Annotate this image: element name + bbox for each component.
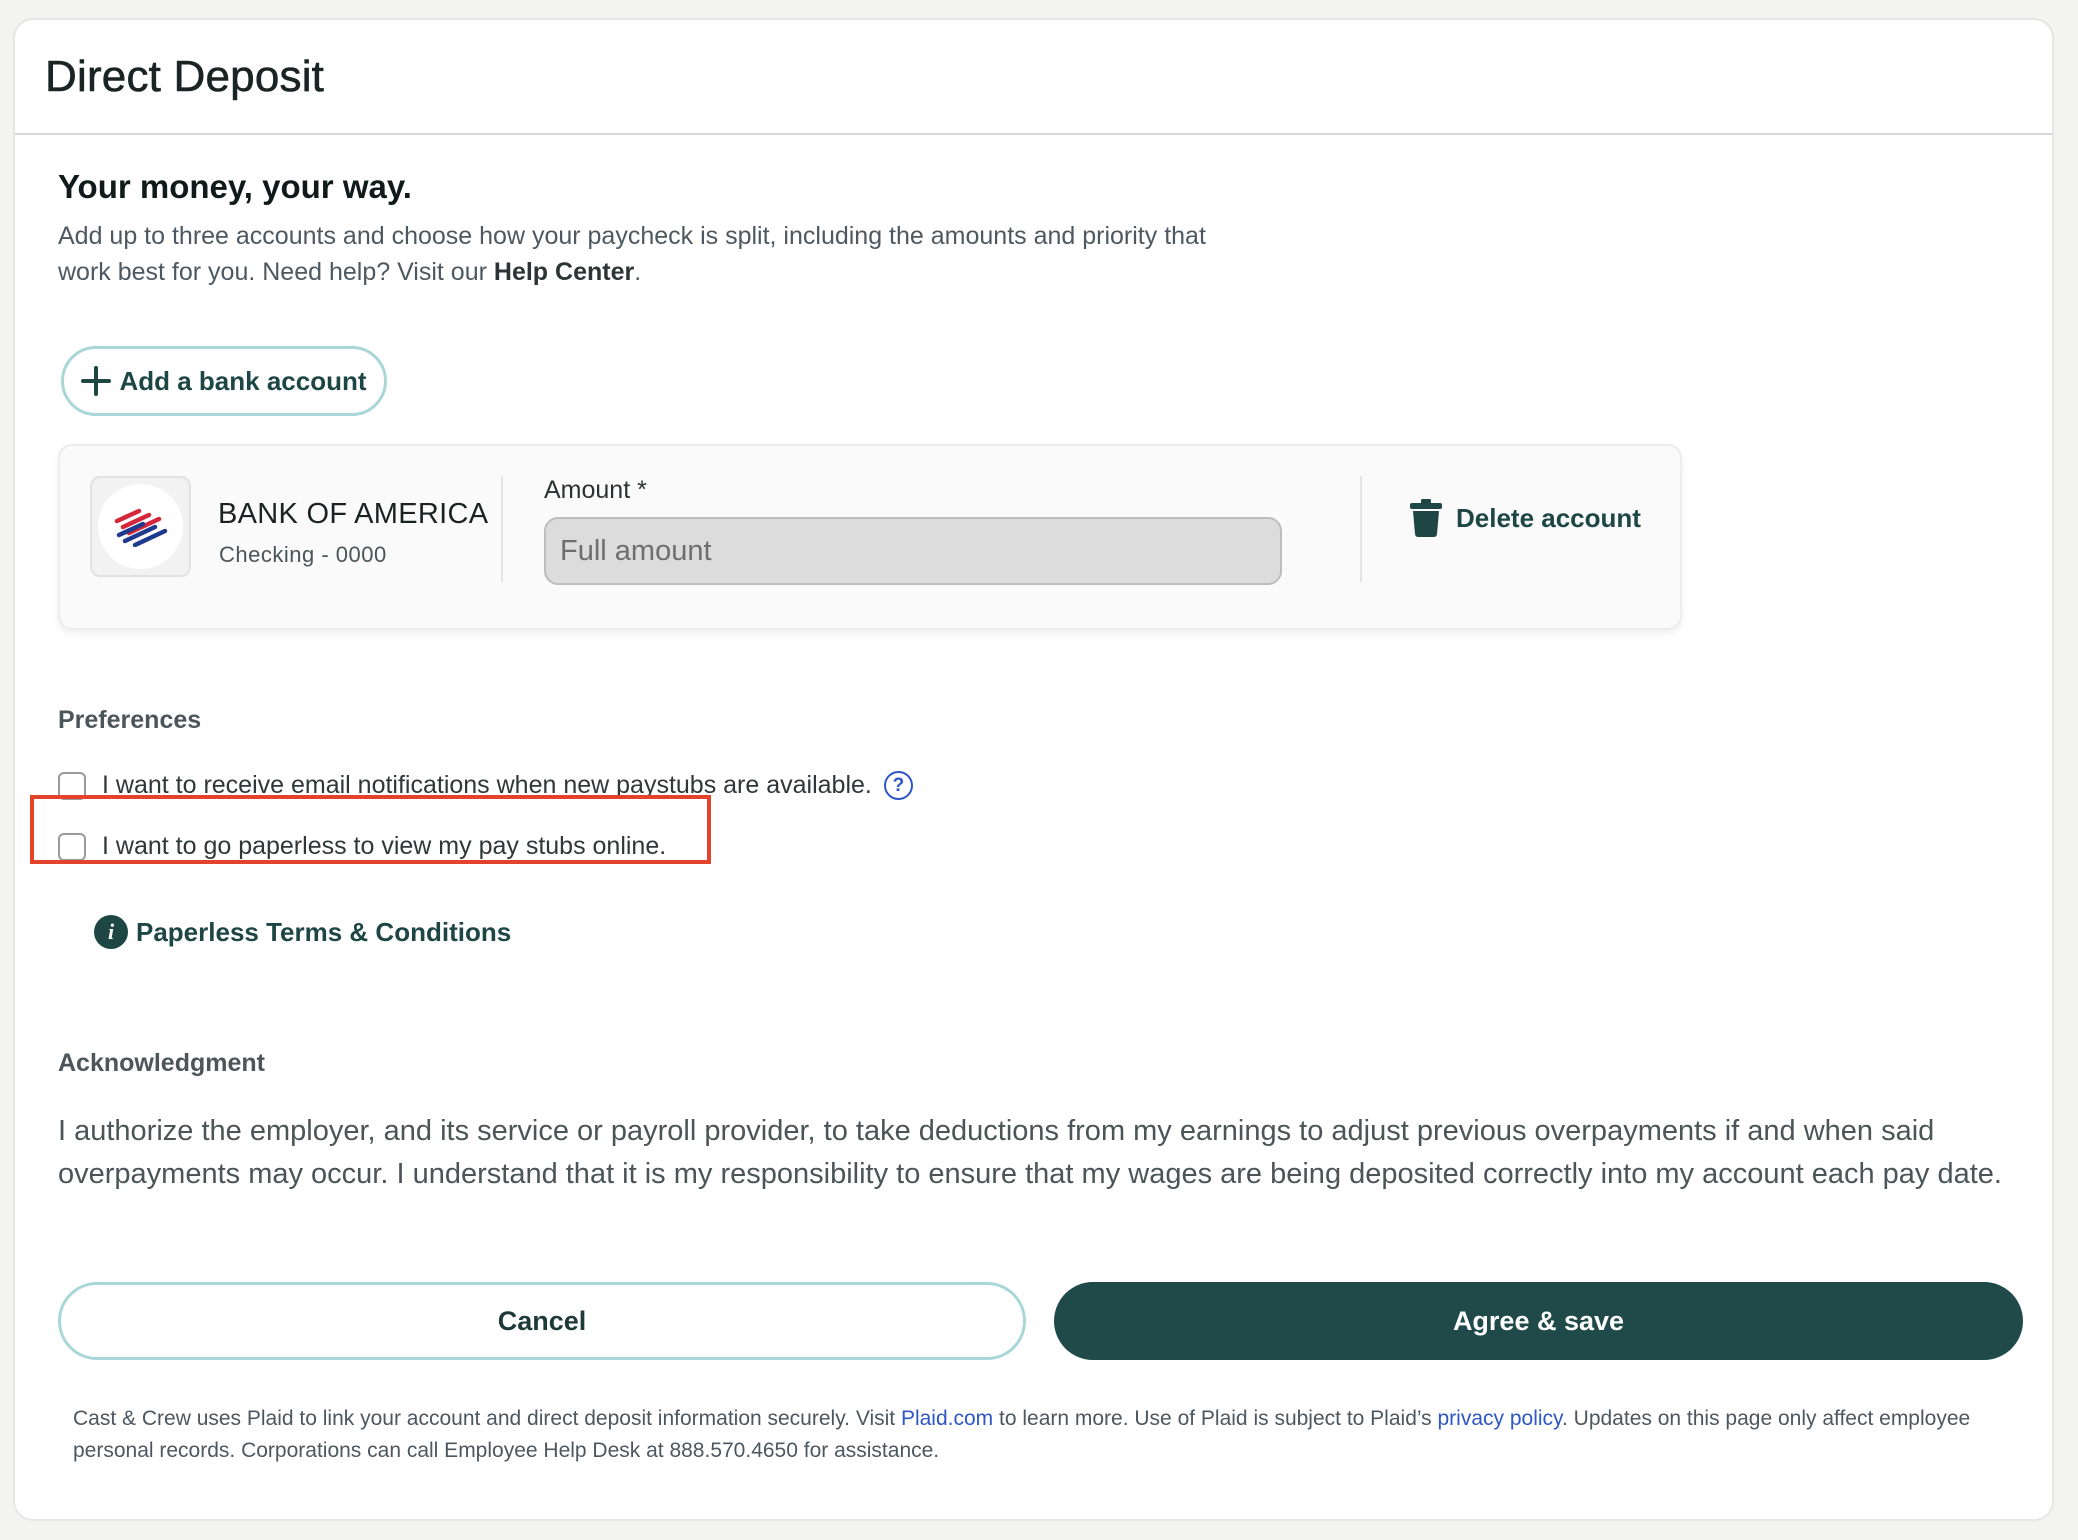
add-bank-account-button[interactable]: Add a bank account xyxy=(61,346,387,416)
plaid-link[interactable]: Plaid.com xyxy=(901,1407,993,1430)
highlight-box xyxy=(30,795,711,864)
footer-disclaimer: Cast & Crew uses Plaid to link your acco… xyxy=(73,1403,2033,1467)
account-type: Checking - 0000 xyxy=(219,542,387,567)
divider xyxy=(1360,476,1362,582)
divider xyxy=(501,476,503,582)
amount-label: Amount * xyxy=(544,476,647,504)
bank-of-america-logo xyxy=(90,476,191,577)
intro-text: Add up to three accounts and choose how … xyxy=(58,218,1258,290)
privacy-policy-link[interactable]: privacy policy xyxy=(1438,1407,1562,1430)
page-header: Direct Deposit xyxy=(15,20,2052,135)
acknowledgment-heading: Acknowledgment xyxy=(58,1049,265,1077)
info-icon: i xyxy=(94,915,128,949)
paperless-terms-link[interactable]: i Paperless Terms & Conditions xyxy=(94,915,511,949)
bank-logo-disc xyxy=(98,484,183,569)
agree-save-button[interactable]: Agree & save xyxy=(1054,1282,2023,1360)
bank-flag-icon xyxy=(114,508,167,547)
add-bank-account-label: Add a bank account xyxy=(119,365,367,396)
page-title: Direct Deposit xyxy=(45,51,325,101)
footer-text-2: to learn more. Use of Plaid is subject t… xyxy=(999,1407,1432,1430)
cancel-button[interactable]: Cancel xyxy=(58,1282,1026,1360)
acknowledgment-text: I authorize the employer, and its servic… xyxy=(58,1115,2002,1190)
help-icon[interactable]: ? xyxy=(883,771,913,800)
bank-name: BANK OF AMERICA xyxy=(218,498,489,530)
direct-deposit-card: Direct Deposit Your money, your way. Add… xyxy=(13,18,2054,1521)
intro-headline: Your money, your way. xyxy=(58,168,412,205)
amount-input[interactable] xyxy=(544,517,1282,585)
bank-account-card: BANK OF AMERICA Checking - 0000 Amount *… xyxy=(58,444,1682,630)
footer-text-1: Cast & Crew uses Plaid to link your acco… xyxy=(73,1407,896,1430)
delete-account-button[interactable]: Delete account xyxy=(1410,488,1641,548)
help-center-link[interactable]: Help Center xyxy=(494,258,634,286)
intro-end: . xyxy=(634,258,642,286)
paperless-terms-label: Paperless Terms & Conditions xyxy=(136,916,512,947)
trash-icon xyxy=(1410,499,1442,537)
delete-account-label: Delete account xyxy=(1456,502,1641,533)
plus-icon xyxy=(81,366,112,396)
preferences-heading: Preferences xyxy=(58,706,202,734)
